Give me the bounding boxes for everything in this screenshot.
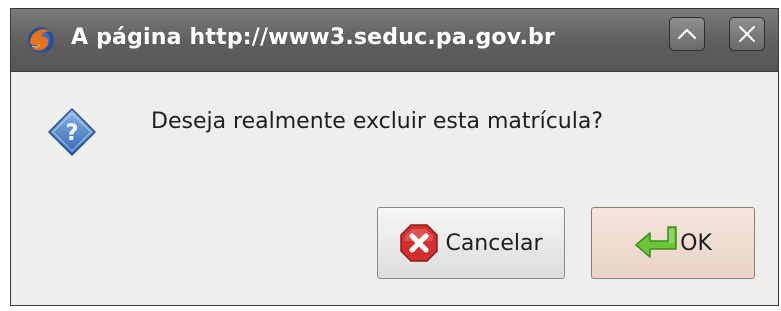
window-title: A página http://www3.seduc.pa.gov.br: [71, 25, 556, 50]
cancel-button[interactable]: Cancelar: [377, 207, 565, 279]
close-button[interactable]: [729, 17, 765, 51]
dialog-message: Deseja realmente excluir esta matrícula?: [151, 109, 603, 134]
chevron-up-icon: [677, 28, 697, 40]
ok-button[interactable]: OK: [591, 207, 755, 279]
confirm-dialog: A página http://www3.seduc.pa.gov.br ? D…: [10, 8, 779, 306]
cancel-button-label: Cancelar: [445, 230, 543, 256]
cancel-icon: [399, 223, 439, 263]
enter-arrow-icon: [634, 223, 677, 263]
title-bar[interactable]: A página http://www3.seduc.pa.gov.br: [11, 9, 778, 72]
close-icon: [739, 26, 755, 42]
ok-button-label: OK: [680, 230, 712, 256]
svg-text:?: ?: [66, 121, 79, 146]
question-icon: ?: [47, 107, 97, 157]
maximize-button[interactable]: [669, 17, 705, 51]
firefox-icon: [27, 26, 55, 54]
